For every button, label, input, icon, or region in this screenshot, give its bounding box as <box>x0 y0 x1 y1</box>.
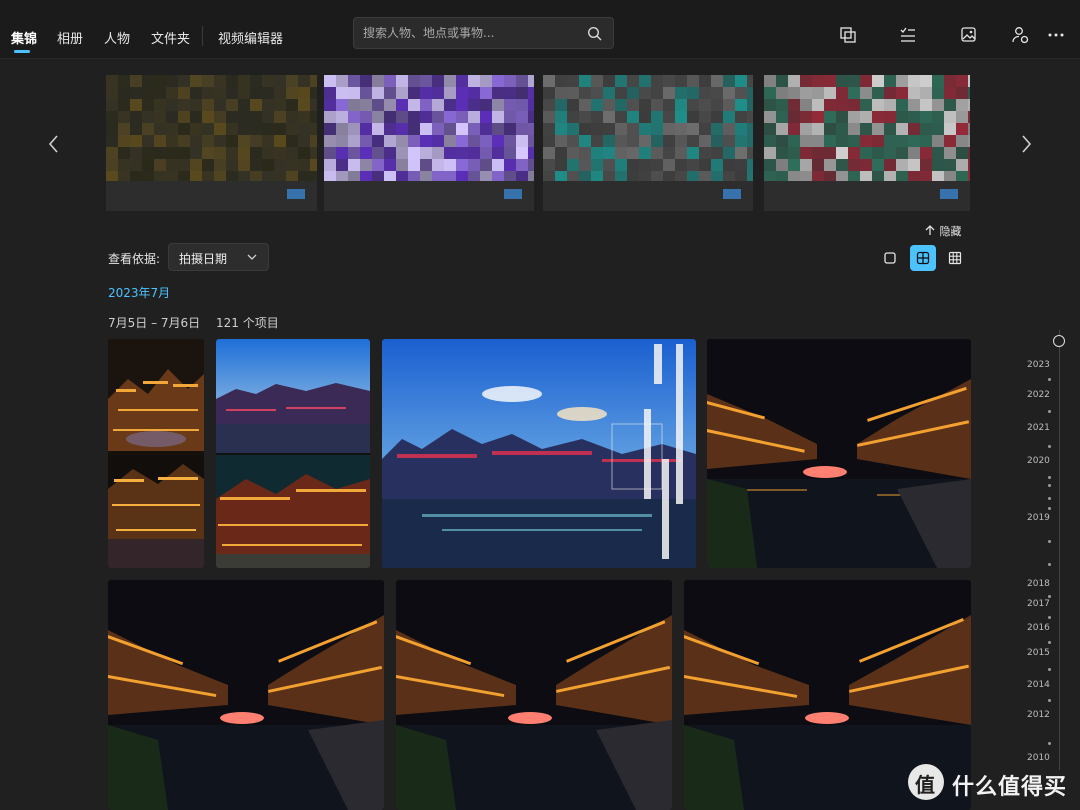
tab-video-editor[interactable]: 视频编辑器 <box>218 28 283 47</box>
timeline-year[interactable]: 2018 <box>1027 579 1050 589</box>
memory-card[interactable] <box>106 75 317 211</box>
search-input[interactable] <box>363 24 583 42</box>
timeline-dot <box>1048 595 1051 598</box>
timeline-year[interactable]: 2016 <box>1027 623 1050 633</box>
carousel-next-icon[interactable] <box>1016 133 1036 155</box>
photo-thumbnail[interactable] <box>382 339 696 568</box>
chevron-down-icon <box>247 254 257 260</box>
timeline-year[interactable]: 2019 <box>1027 513 1050 523</box>
timeline-dot <box>1048 507 1051 510</box>
account-icon[interactable] <box>1010 25 1030 45</box>
carousel-prev-icon[interactable] <box>44 133 64 155</box>
tab-divider <box>202 26 203 46</box>
hide-carousel-button[interactable]: 隐藏 <box>924 223 962 239</box>
timeline-dot <box>1048 410 1051 413</box>
memory-thumbnail <box>106 75 317 183</box>
photo-thumbnail[interactable] <box>707 339 971 568</box>
select-checklist-icon[interactable] <box>898 25 918 45</box>
view-by-label: 查看依据: <box>108 252 161 266</box>
memory-badge <box>504 189 522 199</box>
timeline-dot <box>1048 641 1051 644</box>
timeline-dot <box>1048 497 1051 500</box>
photo-thumbnail[interactable] <box>396 580 672 810</box>
timeline-dot <box>1048 445 1051 448</box>
tab-people[interactable]: 人物 <box>104 28 130 47</box>
memory-card[interactable] <box>324 75 534 211</box>
timeline-year[interactable]: 2010 <box>1027 753 1050 763</box>
tab-highlights[interactable]: 集锦 <box>11 28 37 47</box>
timeline-dot <box>1048 742 1051 745</box>
timeline-year[interactable]: 2017 <box>1027 599 1050 609</box>
import-image-icon[interactable] <box>959 25 979 45</box>
memory-badge <box>940 189 958 199</box>
memory-badge <box>287 189 305 199</box>
arrow-up-icon <box>925 225 935 235</box>
timeline-year[interactable]: 2023 <box>1027 360 1050 370</box>
memory-card[interactable] <box>764 75 970 211</box>
timeline-year[interactable]: 2021 <box>1027 423 1050 433</box>
timeline-dot <box>1048 540 1051 543</box>
active-tab-indicator <box>14 50 30 53</box>
search-icon[interactable] <box>587 26 603 42</box>
timeline-year[interactable]: 2012 <box>1027 710 1050 720</box>
memory-card[interactable] <box>543 75 753 211</box>
photo-thumbnail[interactable] <box>108 580 384 810</box>
single-view-button[interactable] <box>877 245 903 271</box>
timeline-dot <box>1048 378 1051 381</box>
timeline-dot <box>1048 616 1051 619</box>
small-grid-button[interactable] <box>942 245 968 271</box>
more-icon[interactable] <box>1046 25 1066 45</box>
photo-thumbnail[interactable] <box>108 339 204 568</box>
tab-folders[interactable]: 文件夹 <box>151 28 190 47</box>
medium-grid-button[interactable] <box>910 245 936 271</box>
date-range-header: 7月5日 – 7月6日 121 个项目 <box>108 314 279 331</box>
tab-albums[interactable]: 相册 <box>57 28 83 47</box>
timeline-year[interactable]: 2014 <box>1027 680 1050 690</box>
memory-thumbnail <box>543 75 753 183</box>
timeline-dot <box>1048 476 1051 479</box>
single-view-icon <box>884 252 896 264</box>
item-count: 121 个项目 <box>216 316 279 330</box>
date-range: 7月5日 – 7月6日 <box>108 316 201 330</box>
month-heading[interactable]: 2023年7月 <box>108 284 170 301</box>
timeline-year[interactable]: 2015 <box>1027 648 1050 658</box>
medium-grid-icon <box>916 251 930 265</box>
photo-thumbnail[interactable] <box>216 339 370 568</box>
search-box[interactable] <box>353 17 614 49</box>
watermark-logo: 值 什么值得买 <box>908 764 1080 802</box>
timeline-year[interactable]: 2020 <box>1027 456 1050 466</box>
view-by-value: 拍摄日期 <box>179 252 228 266</box>
small-grid-icon <box>948 251 962 265</box>
memory-thumbnail <box>764 75 970 183</box>
timeline-dot <box>1048 699 1051 702</box>
watermark-badge: 值 <box>908 764 944 800</box>
view-by-dropdown[interactable]: 拍摄日期 <box>168 243 269 271</box>
memory-badge <box>723 189 741 199</box>
timeline-track[interactable] <box>1059 330 1060 770</box>
timeline-dot <box>1048 668 1051 671</box>
memory-thumbnail <box>324 75 534 183</box>
hide-label: 隐藏 <box>939 225 962 238</box>
timeline-handle[interactable] <box>1053 335 1065 347</box>
top-bar: 集锦 相册 人物 文件夹 视频编辑器 <box>0 0 1080 59</box>
timeline-dot <box>1048 484 1051 487</box>
timeline-dot <box>1048 563 1051 566</box>
duplicate-icon[interactable] <box>838 25 858 45</box>
timeline-year[interactable]: 2022 <box>1027 390 1050 400</box>
